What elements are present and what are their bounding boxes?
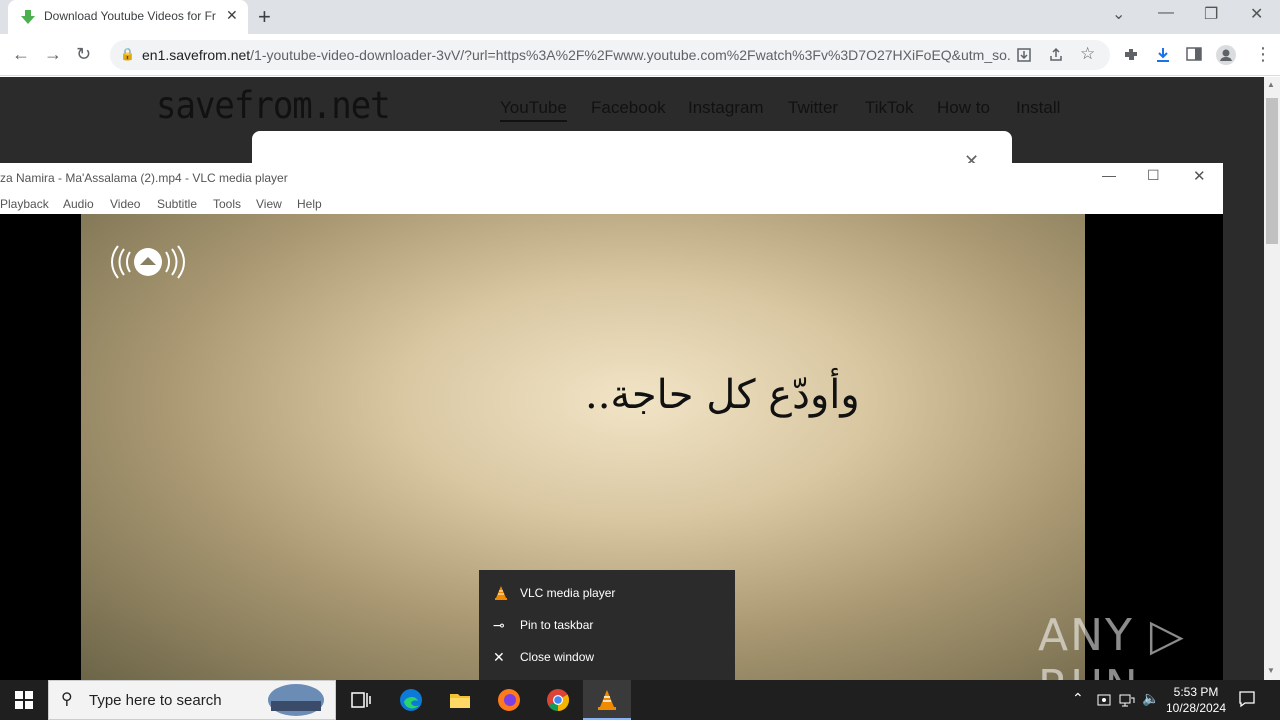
system-clock[interactable]: 5:53 PM 10/28/2024 [1160,684,1232,716]
menu-audio[interactable]: Audio [63,197,94,211]
chrome-icon[interactable] [546,688,570,712]
vlc-maximize-icon[interactable]: ☐ [1147,167,1160,184]
ctx-vlc-media-player[interactable]: VLC media player [479,578,735,610]
bookmark-star-icon[interactable]: ☆ [1080,44,1095,64]
extensions-icon[interactable] [1122,46,1140,64]
nav-install[interactable]: Install [1016,98,1060,118]
menu-tools[interactable]: Tools [213,197,241,211]
search-icon: ⚲ [61,691,73,708]
nav-instagram[interactable]: Instagram [688,98,764,118]
restore-icon[interactable]: ❐ [1204,4,1218,24]
search-highlight-icon [268,684,324,716]
ctx-pin-to-taskbar[interactable]: ⊸ Pin to taskbar [479,610,735,642]
back-icon[interactable]: ← [12,44,30,65]
lock-icon: 🔒 [120,47,135,61]
tab-close-icon[interactable]: ✕ [226,7,238,24]
clock-time: 5:53 PM [1173,685,1219,699]
edge-icon[interactable] [399,688,423,712]
menu-help[interactable]: Help [297,197,322,211]
ctx-close-window[interactable]: ✕ Close window [479,642,735,674]
menu-kebab-icon[interactable]: ⋮ [1254,44,1272,65]
nav-youtube[interactable]: YouTube [500,98,567,122]
downloads-icon[interactable] [1154,46,1172,64]
scroll-up-icon[interactable]: ▲ [1267,80,1275,89]
search-placeholder: Type here to search [89,692,222,709]
install-app-icon[interactable] [1016,47,1032,63]
tab-title: Download Youtube Videos for Fr [44,9,216,23]
show-hidden-icons-icon[interactable]: ⌃ [1072,690,1084,707]
scrollbar-thumb[interactable] [1266,98,1278,244]
reload-icon[interactable]: ↻ [76,44,91,65]
side-panel-icon[interactable] [1186,46,1202,62]
vlc-close-icon[interactable]: ✕ [1193,167,1206,185]
firefox-icon[interactable] [497,688,521,712]
browser-tab[interactable]: Download Youtube Videos for Fr ✕ [8,0,248,34]
address-bar[interactable]: 🔒 en1.savefrom.net/1-youtube-video-downl… [110,40,1110,70]
vlc-minimize-icon[interactable]: — [1102,167,1116,183]
vlc-window-title: za Namira - Ma'Assalama (2).mp4 - VLC me… [0,171,288,185]
tab-search-icon[interactable]: ⌄ [1112,4,1125,24]
nav-tiktok[interactable]: TikTok [865,98,914,118]
pin-icon: ⊸ [493,617,505,633]
taskbar-jump-list: VLC media player ⊸ Pin to taskbar ✕ Clos… [479,570,735,680]
ctx-label: Close window [520,650,595,664]
file-explorer-icon[interactable] [448,688,472,712]
minimize-icon[interactable]: — [1158,4,1174,22]
video-caption: وأودّع كل حاجة.. [585,372,860,418]
new-tab-button[interactable]: + [258,4,271,30]
site-logo[interactable]: savefrom.net [156,84,391,128]
vlc-cone-icon [495,586,507,600]
download-arrow-icon [21,10,35,24]
task-view-icon[interactable] [349,688,373,712]
menu-view[interactable]: View [256,197,282,211]
menu-video[interactable]: Video [110,197,140,211]
share-icon[interactable] [1048,47,1064,63]
network-icon[interactable] [1119,692,1135,708]
close-browser-icon[interactable]: ✕ [1250,4,1263,24]
url-host: en1.savefrom.net [142,47,251,63]
nav-twitter[interactable]: Twitter [788,98,838,118]
forward-icon[interactable]: → [44,44,62,65]
profile-avatar-icon[interactable] [1216,45,1236,65]
taskbar-search-box[interactable]: ⚲ Type here to search [48,680,336,720]
volume-icon[interactable]: 🔈 [1142,690,1159,707]
ctx-label: Pin to taskbar [520,618,594,632]
clock-date: 10/28/2024 [1165,701,1227,715]
nav-how-to[interactable]: How to [937,98,990,118]
vlc-taskbar-icon [598,690,616,710]
menu-subtitle[interactable]: Subtitle [157,197,197,211]
windows-start-icon[interactable] [15,691,33,709]
channel-logo-icon [111,245,185,279]
device-icon[interactable] [1096,692,1112,708]
ctx-label: VLC media player [520,586,616,600]
url-path: /1-youtube-video-downloader-3vV/?url=htt… [250,47,1012,63]
close-icon: ✕ [493,649,505,665]
nav-facebook[interactable]: Facebook [591,98,666,118]
notification-center-icon[interactable] [1238,690,1256,708]
menu-playback[interactable]: Playback [0,197,49,211]
